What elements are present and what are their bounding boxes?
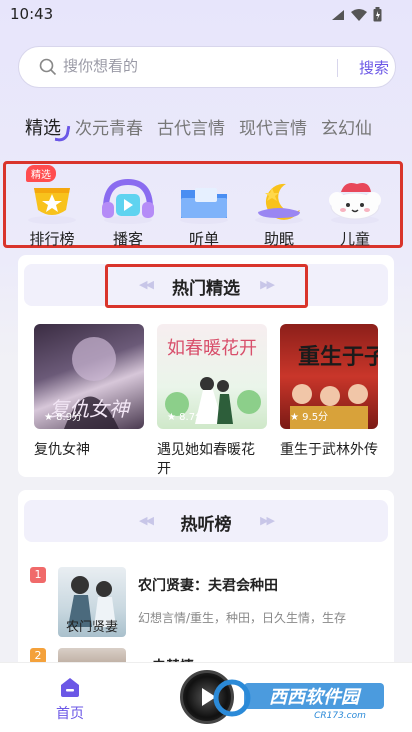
book-rating: ★ 8.7分 — [167, 412, 206, 423]
category-kids[interactable]: 儿童 — [323, 178, 387, 249]
svg-text:西西软件园: 西西软件园 — [269, 687, 362, 708]
svg-text:CR173.com: CR173.com — [314, 711, 366, 721]
rank-cover: 农门贤妻 — [58, 567, 126, 637]
search-divider — [337, 59, 338, 77]
book-cover-title: 如春暖花开 — [167, 338, 257, 359]
book-cover: 如春暖花开 ★ 8.7分 — [157, 324, 267, 429]
hot-listen-title: 热听榜 — [180, 515, 232, 535]
category-label: 听单 — [188, 230, 219, 248]
wifi-icon — [351, 8, 367, 21]
category-podcast[interactable]: 播客 — [96, 178, 160, 249]
category-tabs: 精选 次元青春 古代言情 现代言情 玄幻仙 — [25, 114, 386, 140]
home-icon — [61, 678, 79, 697]
book-title: 重生于武林外传 — [280, 442, 378, 458]
trophy-icon — [28, 188, 76, 224]
book-title: 遇见她如春暖花开 — [157, 442, 255, 477]
status-icons — [331, 7, 382, 22]
signal-icon — [332, 9, 344, 20]
book-card[interactable]: 复仇女神 ★ 8.9分 复仇女神 — [34, 324, 144, 460]
hot-listen-header: ◀◀ 热听榜 ▶▶ — [24, 500, 388, 542]
rank-title: 农门贤妻：夫君会种田 — [138, 578, 278, 594]
rank-desc: 幻想言情/重生，种田，日久生情，生存 — [138, 611, 347, 625]
watermark-logo: 西西软件园 CR173.com — [213, 679, 384, 721]
status-bar: 10:43 — [0, 0, 412, 28]
cloud-face-icon — [329, 183, 381, 224]
search-icon — [39, 58, 57, 76]
moon-icon — [255, 183, 303, 224]
search-button[interactable]: 搜索 — [359, 57, 389, 78]
rank-cover-title: 农门贤妻 — [66, 620, 118, 635]
book-rating: ★ 9.5分 — [290, 412, 329, 423]
book-card[interactable]: 重生于子 ★ 9.5分 重生于武林外传 — [280, 324, 378, 460]
category-label: 儿童 — [339, 230, 370, 248]
category-label: 助眠 — [263, 230, 294, 248]
category-playlist[interactable]: 听单 — [172, 178, 236, 249]
tab-anime-youth[interactable]: 次元青春 — [75, 114, 143, 140]
tab-ancient-romance[interactable]: 古代言情 — [157, 114, 225, 140]
battery-icon — [373, 7, 382, 22]
book-cover-title: 重生于子 — [298, 345, 378, 370]
rank-number: 1 — [30, 567, 46, 583]
book-cover: 复仇女神 ★ 8.9分 — [34, 324, 144, 429]
headphones-icon — [102, 178, 154, 224]
status-time: 10:43 — [10, 5, 54, 23]
category-sleep[interactable]: 助眠 — [247, 178, 311, 249]
tab-modern-romance[interactable]: 现代言情 — [239, 114, 307, 140]
rank-row[interactable]: 1 农门贤妻 农门贤妻：夫君会种田 幻想言情/重生，种田，日久生情，生存 — [30, 567, 390, 637]
category-label: 排行榜 — [29, 230, 75, 248]
tab-featured[interactable]: 精选 — [25, 114, 61, 140]
search-bar[interactable]: 搜索 — [18, 46, 396, 88]
category-label: 播客 — [112, 230, 143, 248]
rank-cover-art: 农门贤妻 — [66, 576, 118, 635]
category-ranking[interactable]: 排行榜 — [20, 178, 84, 249]
header-deco-right: ▶▶ — [260, 514, 275, 527]
book-card[interactable]: 如春暖花开 ★ 8.7分 遇见她如春暖花开 — [157, 324, 267, 479]
search-input[interactable] — [63, 57, 313, 75]
nav-home-label: 首页 — [56, 706, 84, 722]
book-cover: 重生于子 ★ 9.5分 — [280, 324, 378, 429]
tab-fantasy[interactable]: 玄幻仙 — [321, 114, 372, 140]
nav-home[interactable]: 首页 — [50, 675, 90, 723]
book-title: 复仇女神 — [34, 442, 90, 458]
title-highlight-box — [105, 264, 308, 308]
folder-icon — [180, 188, 228, 224]
book-rating: ★ 8.9分 — [44, 412, 83, 423]
